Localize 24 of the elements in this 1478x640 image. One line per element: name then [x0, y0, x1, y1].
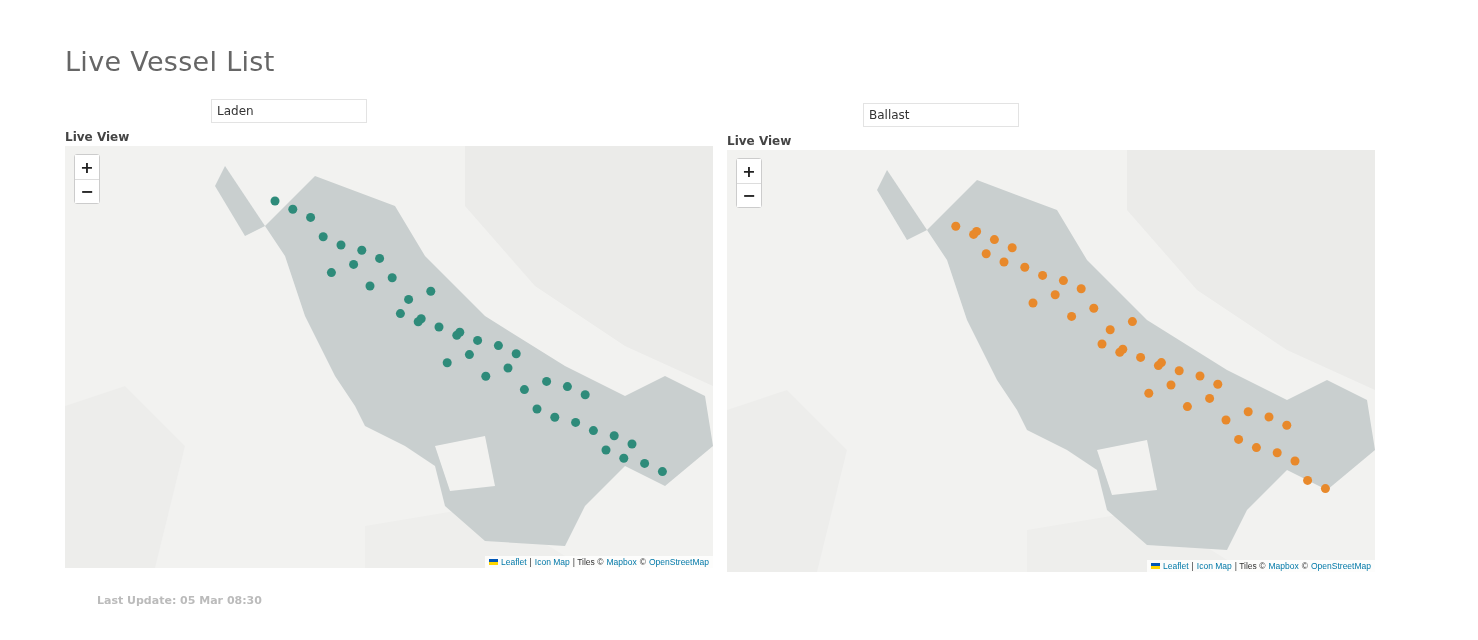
- attribution-text: | Tiles ©: [1234, 561, 1266, 571]
- filter-field[interactable]: Laden: [211, 99, 367, 123]
- flag-icon: [489, 559, 499, 565]
- attribution-link[interactable]: Mapbox: [606, 557, 637, 567]
- attribution-text: | Tiles ©: [572, 557, 604, 567]
- attribution-text: |: [1191, 561, 1194, 571]
- attribution-text: ©: [639, 557, 646, 567]
- section-label: Live View: [65, 130, 131, 145]
- section-label: Live View: [727, 134, 793, 149]
- attribution-link[interactable]: Mapbox: [1268, 561, 1299, 571]
- filter-field[interactable]: Ballast: [863, 103, 1019, 127]
- zoom-out-button[interactable]: −: [737, 183, 761, 207]
- attribution-text: |: [529, 557, 532, 567]
- last-update-text: Last Update: 05 Mar 08:30: [97, 594, 263, 607]
- attribution-link[interactable]: OpenStreetMap: [649, 557, 709, 567]
- attribution-link[interactable]: OpenStreetMap: [1311, 561, 1371, 571]
- attribution-text: ©: [1301, 561, 1308, 571]
- zoom-out-button[interactable]: −: [75, 179, 99, 203]
- attribution-link[interactable]: Icon Map: [534, 557, 570, 567]
- page-title: Live Vessel List: [65, 46, 276, 77]
- attribution-link[interactable]: Leaflet: [1163, 561, 1189, 571]
- attribution-link[interactable]: Icon Map: [1196, 561, 1232, 571]
- flag-icon: [1151, 563, 1161, 569]
- attribution-link[interactable]: Leaflet: [501, 557, 527, 567]
